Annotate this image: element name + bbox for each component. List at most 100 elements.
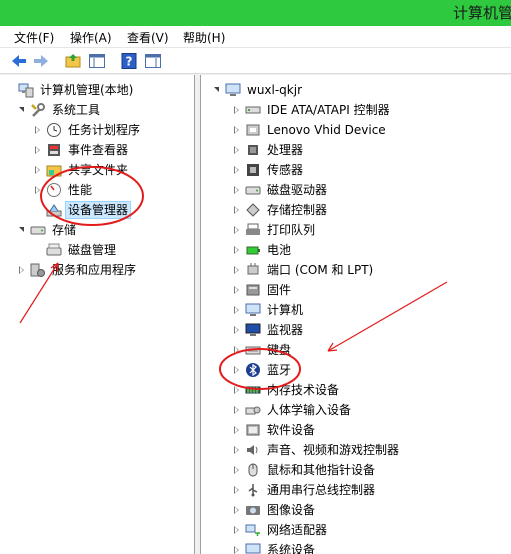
collapsed-arrow-icon[interactable] (32, 164, 44, 176)
device-category-item[interactable]: 网络适配器 (231, 520, 329, 540)
device-category-item[interactable]: 通用串行总线控制器 (231, 480, 377, 500)
device-category-item[interactable]: 系统设备 (231, 540, 317, 554)
collapsed-arrow-icon[interactable] (231, 264, 243, 276)
device-category-item[interactable]: 监视器 (231, 320, 305, 340)
device-category-label: 打印队列 (267, 223, 316, 237)
collapsed-arrow-icon[interactable] (32, 144, 44, 156)
console-tree-icon (89, 54, 105, 68)
tree-item-computer-management[interactable]: 计算机管理(本地) (4, 80, 135, 100)
device-category-label: 图像设备 (267, 503, 316, 517)
tree-item-services-and-applications[interactable]: 服务和应用程序 (16, 260, 138, 280)
menu-file[interactable]: 文件(F) (14, 29, 54, 46)
collapsed-arrow-icon[interactable] (231, 304, 243, 316)
firmware-icon (245, 282, 261, 298)
collapsed-arrow-icon[interactable] (231, 124, 243, 136)
collapsed-arrow-icon[interactable] (231, 244, 243, 256)
action-pane-icon (145, 54, 161, 68)
collapsed-arrow-icon[interactable] (32, 184, 44, 196)
collapsed-arrow-icon[interactable] (231, 164, 243, 176)
device-category-item[interactable]: 软件设备 (231, 420, 317, 440)
ide-controller-icon (245, 102, 261, 118)
menu-view[interactable]: 查看(V) (127, 29, 169, 46)
device-category-item[interactable]: 内存技术设备 (231, 380, 341, 400)
back-button[interactable] (10, 52, 28, 70)
collapsed-arrow-icon[interactable] (231, 444, 243, 456)
collapsed-arrow-icon[interactable] (231, 344, 243, 356)
device-category-item[interactable]: 端口 (COM 和 LPT) (231, 260, 375, 280)
device-category-item[interactable]: 计算机 (231, 300, 305, 320)
device-category-item[interactable]: IDE ATA/ATAPI 控制器 (231, 100, 392, 120)
expand-arrow-icon[interactable] (16, 104, 28, 116)
device-category-label: 计算机 (267, 303, 304, 317)
tree-item-system-tools[interactable]: 系统工具 (16, 100, 102, 120)
forward-button[interactable] (32, 52, 50, 70)
mouse-icon (245, 462, 261, 478)
expand-arrow-icon[interactable] (211, 84, 223, 96)
device-category-label: 蓝牙 (267, 363, 292, 377)
collapsed-arrow-icon[interactable] (231, 284, 243, 296)
port-icon (245, 262, 261, 278)
collapsed-arrow-icon[interactable] (231, 464, 243, 476)
device-category-item[interactable]: 电池 (231, 240, 293, 260)
device-category-item[interactable]: 图像设备 (231, 500, 317, 520)
camera-icon (245, 502, 261, 518)
device-category-item[interactable]: 存储控制器 (231, 200, 329, 220)
device-category-item[interactable]: 蓝牙 (231, 360, 293, 380)
keyboard-icon (245, 342, 261, 358)
collapsed-arrow-icon[interactable] (231, 424, 243, 436)
forward-arrow-icon (34, 55, 48, 67)
collapsed-arrow-icon[interactable] (231, 404, 243, 416)
device-category-label: 电池 (267, 243, 292, 257)
collapsed-arrow-icon[interactable] (16, 264, 28, 276)
computer-management-icon (18, 82, 34, 98)
collapsed-arrow-icon[interactable] (231, 504, 243, 516)
tree-item-device-manager[interactable]: 设备管理器 (32, 200, 132, 220)
collapsed-arrow-icon[interactable] (231, 104, 243, 116)
device-category-item[interactable]: 处理器 (231, 140, 305, 160)
hid-input-icon (245, 402, 261, 418)
tree-item-shared-folders[interactable]: 共享文件夹 (32, 160, 130, 180)
tree-item-storage[interactable]: 存储 (16, 220, 78, 240)
collapsed-arrow-icon[interactable] (231, 484, 243, 496)
tree-item-event-viewer[interactable]: 事件查看器 (32, 140, 130, 160)
collapsed-arrow-icon[interactable] (231, 524, 243, 536)
device-category-item[interactable]: 人体学输入设备 (231, 400, 353, 420)
collapsed-arrow-icon[interactable] (231, 544, 243, 554)
collapsed-arrow-icon[interactable] (231, 224, 243, 236)
device-category-item[interactable]: 键盘 (231, 340, 293, 360)
collapsed-arrow-icon[interactable] (32, 124, 44, 136)
console-tree-pane[interactable]: 计算机管理(本地) 系统工具 任务计划程序 事件查看器 共享文件夹 性能 设备管… (0, 75, 195, 554)
collapsed-arrow-icon[interactable] (231, 144, 243, 156)
menu-help[interactable]: 帮助(H) (183, 29, 225, 46)
computer-icon (225, 82, 241, 98)
show-hide-console-tree-button[interactable] (88, 52, 106, 70)
up-level-button[interactable] (64, 52, 82, 70)
device-tree-root[interactable]: wuxl-qkjr (211, 80, 304, 100)
event-viewer-icon (46, 142, 62, 158)
folder-up-icon (65, 54, 81, 68)
expand-arrow-icon[interactable] (16, 224, 28, 236)
device-category-item[interactable]: 磁盘驱动器 (231, 180, 329, 200)
collapsed-arrow-icon[interactable] (231, 364, 243, 376)
device-tree-pane[interactable]: wuxl-qkjr IDE ATA/ATAPI 控制器 Lenovo Vhid D… (200, 75, 511, 554)
collapsed-arrow-icon[interactable] (231, 204, 243, 216)
tree-item-task-scheduler[interactable]: 任务计划程序 (32, 120, 142, 140)
collapsed-arrow-icon[interactable] (231, 324, 243, 336)
device-category-item[interactable]: 传感器 (231, 160, 305, 180)
device-category-label: 存储控制器 (267, 203, 328, 217)
clock-icon (46, 122, 62, 138)
device-category-item[interactable]: 鼠标和其他指针设备 (231, 460, 377, 480)
collapsed-arrow-icon[interactable] (231, 384, 243, 396)
collapsed-arrow-icon[interactable] (231, 184, 243, 196)
device-category-item[interactable]: 打印队列 (231, 220, 317, 240)
tree-item-disk-management[interactable]: 磁盘管理 (32, 240, 118, 260)
device-category-item[interactable]: 声音、视频和游戏控制器 (231, 440, 401, 460)
help-button[interactable]: ? (120, 52, 138, 70)
tree-item-performance[interactable]: 性能 (32, 180, 94, 200)
network-adapter-icon (245, 522, 261, 538)
device-category-item[interactable]: 固件 (231, 280, 293, 300)
menu-action[interactable]: 操作(A) (70, 29, 112, 46)
show-hide-action-pane-button[interactable] (144, 52, 162, 70)
device-category-item[interactable]: Lenovo Vhid Device (231, 120, 388, 140)
shared-folder-icon (46, 162, 62, 178)
